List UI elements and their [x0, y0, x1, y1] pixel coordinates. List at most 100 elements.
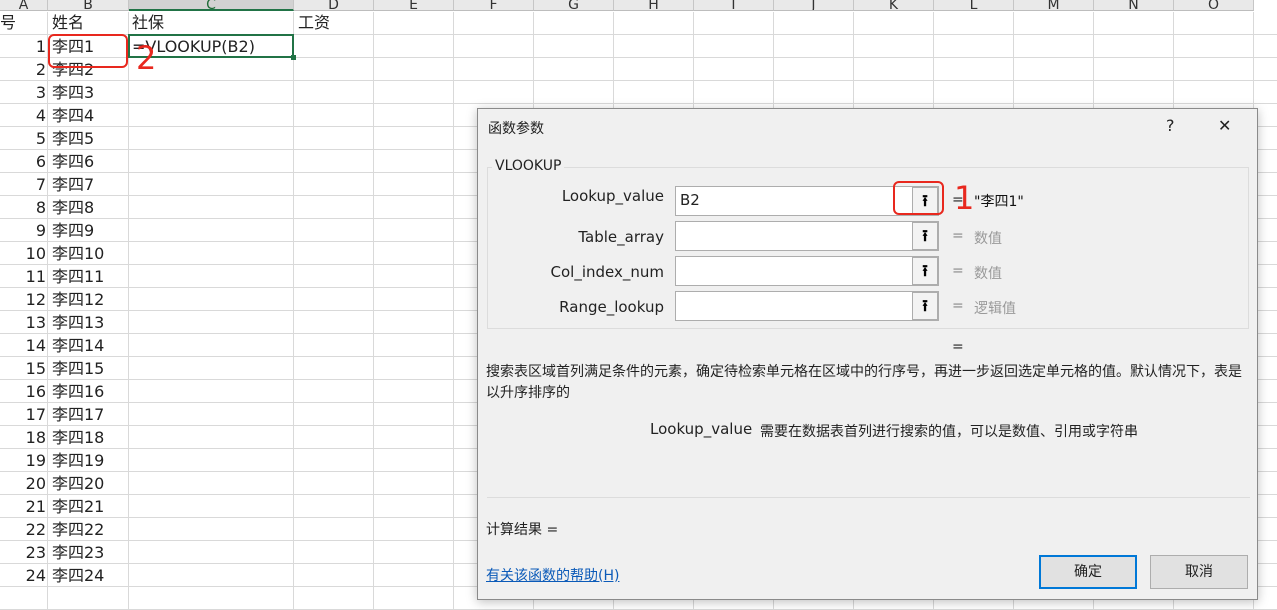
column-header-g[interactable]: G — [534, 0, 614, 11]
equals-sign: = — [952, 263, 964, 279]
column-header-b[interactable]: B — [48, 0, 129, 11]
cancel-button[interactable]: 取消 — [1150, 555, 1248, 589]
cell-row-number[interactable]: 1 — [0, 36, 46, 58]
cell-name[interactable]: 李四17 — [52, 404, 104, 426]
cell-row-number[interactable]: 5 — [0, 128, 46, 150]
cell-d1[interactable]: 工资 — [298, 12, 330, 34]
column-header-i[interactable]: I — [694, 0, 774, 11]
column-header-m[interactable]: M — [1014, 0, 1094, 11]
column-gridline — [373, 12, 374, 610]
cell-name[interactable]: 李四3 — [52, 82, 94, 104]
column-header-c[interactable]: C — [129, 0, 294, 11]
dialog-title: 函数参数 — [488, 121, 544, 137]
cell-name[interactable]: 李四10 — [52, 243, 104, 265]
column-header-h[interactable]: H — [614, 0, 694, 11]
param-label-table-array: Table_array — [578, 228, 664, 246]
cell-name[interactable]: 李四21 — [52, 496, 104, 518]
column-header-n[interactable]: N — [1094, 0, 1174, 11]
column-header-d[interactable]: D — [294, 0, 374, 11]
cell-row-number[interactable]: 4 — [0, 105, 46, 127]
cell-row-number[interactable]: 10 — [0, 243, 46, 265]
column-header-a[interactable]: A — [0, 0, 48, 11]
function-arguments-dialog[interactable]: 函数参数 ? ✕ VLOOKUP Lookup_value B2 ⭱ = "李四… — [477, 108, 1258, 600]
ok-button[interactable]: 确定 — [1039, 555, 1137, 589]
help-icon[interactable]: ? — [1166, 116, 1175, 135]
column-header-f[interactable]: F — [454, 0, 534, 11]
param-label-lookup-value: Lookup_value — [561, 187, 664, 205]
cell-row-number[interactable]: 7 — [0, 174, 46, 196]
param-result-lookup-value: "李四1" — [974, 194, 1024, 210]
cell-name[interactable]: 李四8 — [52, 197, 94, 219]
cell-row-number[interactable]: 12 — [0, 289, 46, 311]
cell-row-number[interactable]: 22 — [0, 519, 46, 541]
argument-description: 需要在数据表首列进行搜索的值，可以是数值、引用或字符串 — [760, 424, 1138, 440]
divider — [487, 497, 1250, 498]
column-header-e[interactable]: E — [374, 0, 454, 11]
cell-row-number[interactable]: 21 — [0, 496, 46, 518]
equals-sign: = — [952, 228, 964, 244]
column-header-l[interactable]: L — [934, 0, 1014, 11]
column-gridline — [128, 12, 129, 610]
equals-sign: = — [952, 298, 964, 314]
cell-name[interactable]: 李四6 — [52, 151, 94, 173]
cell-row-number[interactable]: 17 — [0, 404, 46, 426]
cell-row-number[interactable]: 3 — [0, 82, 46, 104]
range-lookup-input[interactable] — [675, 291, 939, 321]
cell-row-number[interactable]: 13 — [0, 312, 46, 334]
cell-row-number[interactable]: 2 — [0, 59, 46, 81]
param-label-range-lookup: Range_lookup — [559, 298, 664, 316]
function-help-link[interactable]: 有关该函数的帮助(H) — [486, 565, 619, 585]
cell-name[interactable]: 李四12 — [52, 289, 104, 311]
cell-row-number[interactable]: 11 — [0, 266, 46, 288]
calculation-result: 计算结果 = — [486, 522, 559, 538]
cell-name[interactable]: 李四4 — [52, 105, 94, 127]
cell-name[interactable]: 李四15 — [52, 358, 104, 380]
table-array-input[interactable] — [675, 221, 939, 251]
function-name-label: VLOOKUP — [492, 158, 565, 174]
cell-row-number[interactable]: 16 — [0, 381, 46, 403]
fill-handle[interactable] — [291, 55, 296, 60]
column-header-o[interactable]: O — [1174, 0, 1254, 11]
cell-name[interactable]: 李四11 — [52, 266, 104, 288]
annotation-box-b2 — [48, 34, 128, 68]
argument-name: Lookup_value — [650, 420, 753, 438]
cell-name[interactable]: 李四23 — [52, 542, 104, 564]
cell-row-number[interactable]: 8 — [0, 197, 46, 219]
cell-name[interactable]: 李四19 — [52, 450, 104, 472]
cell-row-number[interactable]: 15 — [0, 358, 46, 380]
cell-row-number[interactable]: 24 — [0, 565, 46, 587]
cell-row-number[interactable]: 19 — [0, 450, 46, 472]
cell-row-number[interactable]: 23 — [0, 542, 46, 564]
row-gridline — [0, 103, 1277, 104]
cell-name[interactable]: 李四16 — [52, 381, 104, 403]
cell-row-number[interactable]: 20 — [0, 473, 46, 495]
collapse-dialog-icon[interactable]: ⭱ — [912, 257, 938, 285]
cell-name[interactable]: 李四7 — [52, 174, 94, 196]
cell-c1[interactable]: 社保 — [132, 12, 164, 34]
cell-a1[interactable]: 号 — [0, 12, 16, 34]
cell-row-number[interactable]: 6 — [0, 151, 46, 173]
row-gridline — [0, 80, 1277, 81]
col-index-num-input[interactable] — [675, 256, 939, 286]
column-header-k[interactable]: K — [854, 0, 934, 11]
cell-name[interactable]: 李四18 — [52, 427, 104, 449]
close-icon[interactable]: ✕ — [1218, 116, 1231, 135]
collapse-dialog-icon[interactable]: ⭱ — [912, 222, 938, 250]
cell-b1[interactable]: 姓名 — [52, 12, 84, 34]
cell-name[interactable]: 李四24 — [52, 565, 104, 587]
function-description: 搜索表区域首列满足条件的元素，确定待检索单元格在区域中的行序号，再进一步返回选定… — [486, 364, 1242, 401]
cell-name[interactable]: 李四20 — [52, 473, 104, 495]
column-header-j[interactable]: J — [774, 0, 854, 11]
cell-row-number[interactable]: 18 — [0, 427, 46, 449]
cell-name[interactable]: 李四22 — [52, 519, 104, 541]
cell-name[interactable]: 李四14 — [52, 335, 104, 357]
cell-name[interactable]: 李四13 — [52, 312, 104, 334]
cell-name[interactable]: 李四5 — [52, 128, 94, 150]
column-gridline — [453, 12, 454, 610]
annotation-box-collapse-button — [893, 181, 944, 215]
cell-row-number[interactable]: 9 — [0, 220, 46, 242]
collapse-dialog-icon[interactable]: ⭱ — [912, 292, 938, 320]
cell-row-number[interactable]: 14 — [0, 335, 46, 357]
cell-name[interactable]: 李四9 — [52, 220, 94, 242]
param-result-col-index-num: 数值 — [974, 266, 1002, 282]
